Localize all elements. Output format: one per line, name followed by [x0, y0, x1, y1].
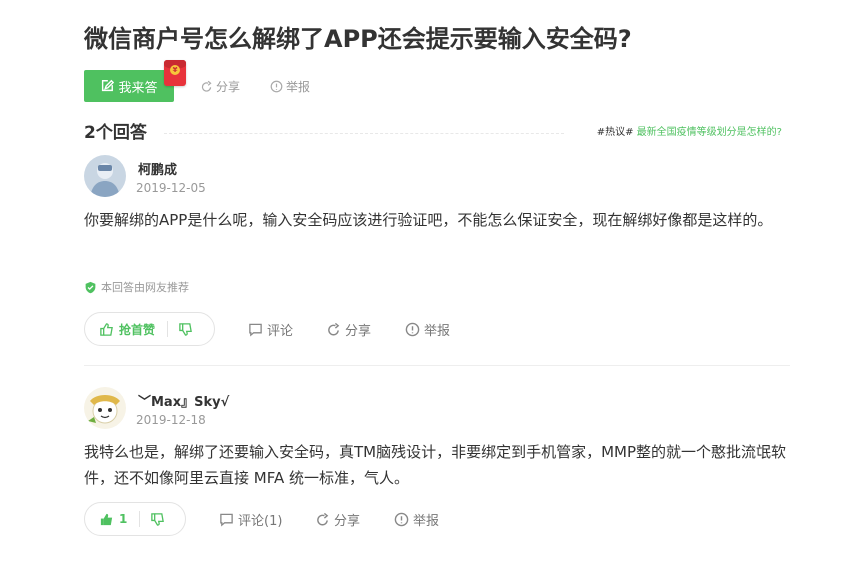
report-icon	[270, 80, 283, 92]
upvote-button[interactable]: 1	[85, 503, 139, 535]
share-icon	[317, 512, 329, 525]
answer-button[interactable]: 我来答	[84, 70, 174, 102]
share-icon	[328, 322, 340, 335]
comment-button[interactable]: 评论(1)	[219, 502, 282, 536]
comment-icon	[249, 323, 262, 337]
question-share-button[interactable]: 分享	[200, 70, 240, 102]
comment-button[interactable]: 评论	[248, 312, 293, 346]
downvote-button[interactable]	[140, 503, 179, 535]
downvote-button[interactable]	[168, 313, 207, 345]
answer-report-button[interactable]: 举报	[405, 312, 450, 346]
answers-header: 2个回答 #热议# 最新全国疫情等级划分是怎样的?	[84, 122, 790, 144]
report-icon	[394, 512, 409, 526]
recommend-note-text: 本回答由网友推荐	[101, 281, 189, 294]
answer-share-button[interactable]: 分享	[315, 502, 360, 536]
answer-username[interactable]: 柯鹏成	[138, 159, 177, 178]
question-title: 微信商户号怎么解绑了APP还会提示要输入安全码?	[84, 25, 632, 53]
thumbs-down-icon	[179, 322, 192, 336]
question-action-row: 我来答 ¥ 分享 举报	[84, 60, 790, 102]
edit-icon	[102, 79, 115, 92]
avatar[interactable]	[84, 387, 126, 429]
report-icon	[405, 322, 420, 336]
answer-content: 我特么也是，解绑了还要输入安全码，真TM脑残设计，非要绑定到手机管家，MMP整的…	[84, 443, 787, 487]
recommend-note: 本回答由网友推荐	[84, 279, 189, 295]
thumbs-up-icon	[100, 513, 113, 525]
thumbs-down-icon	[151, 512, 165, 526]
upvote-label: 抢首赞	[119, 322, 156, 337]
comment-label: 评论	[267, 323, 294, 339]
report-label: 举报	[424, 323, 451, 339]
avatar[interactable]	[84, 155, 126, 197]
avatar-image-icon	[84, 155, 126, 197]
question-share-label: 分享	[216, 79, 241, 94]
answer-button-label: 我来答	[118, 80, 158, 96]
hot-tag: #热议#	[596, 127, 634, 138]
header-divider	[164, 133, 564, 134]
question-report-label: 举报	[286, 79, 311, 94]
red-packet-icon[interactable]: ¥	[164, 60, 186, 86]
share-icon	[201, 80, 212, 92]
answer-username[interactable]: ﹀Max』Sky√	[138, 391, 229, 410]
upvote-button[interactable]: 抢首赞	[85, 313, 167, 345]
vote-group: 抢首赞	[84, 312, 215, 346]
hot-topic-link[interactable]: #热议# 最新全国疫情等级划分是怎样的?	[597, 126, 782, 140]
hot-topic: 最新全国疫情等级划分是怎样的?	[636, 127, 782, 138]
thumbs-up-icon	[100, 322, 113, 336]
answer-date: 2019-12-18	[136, 413, 206, 427]
answer-report-button[interactable]: 举报	[394, 502, 439, 536]
upvote-count: 1	[119, 512, 128, 526]
avatar-image-icon	[84, 387, 126, 429]
answer-divider	[84, 365, 790, 366]
answer-share-button[interactable]: 分享	[326, 312, 371, 346]
shield-check-icon	[85, 281, 96, 293]
report-label: 举报	[413, 513, 440, 529]
answer-content: 你要解绑的APP是什么呢，输入安全码应该进行验证吧，不能怎么保证安全，现在解绑好…	[84, 211, 773, 229]
comment-icon	[220, 513, 233, 527]
vote-group: 1	[84, 502, 186, 536]
answer-count: 2个回答	[84, 123, 147, 143]
share-label: 分享	[334, 513, 361, 529]
question-report-button[interactable]: 举报	[270, 70, 310, 102]
comment-label: 评论(1)	[238, 513, 283, 529]
share-label: 分享	[345, 323, 372, 339]
answer-date: 2019-12-05	[136, 181, 206, 195]
